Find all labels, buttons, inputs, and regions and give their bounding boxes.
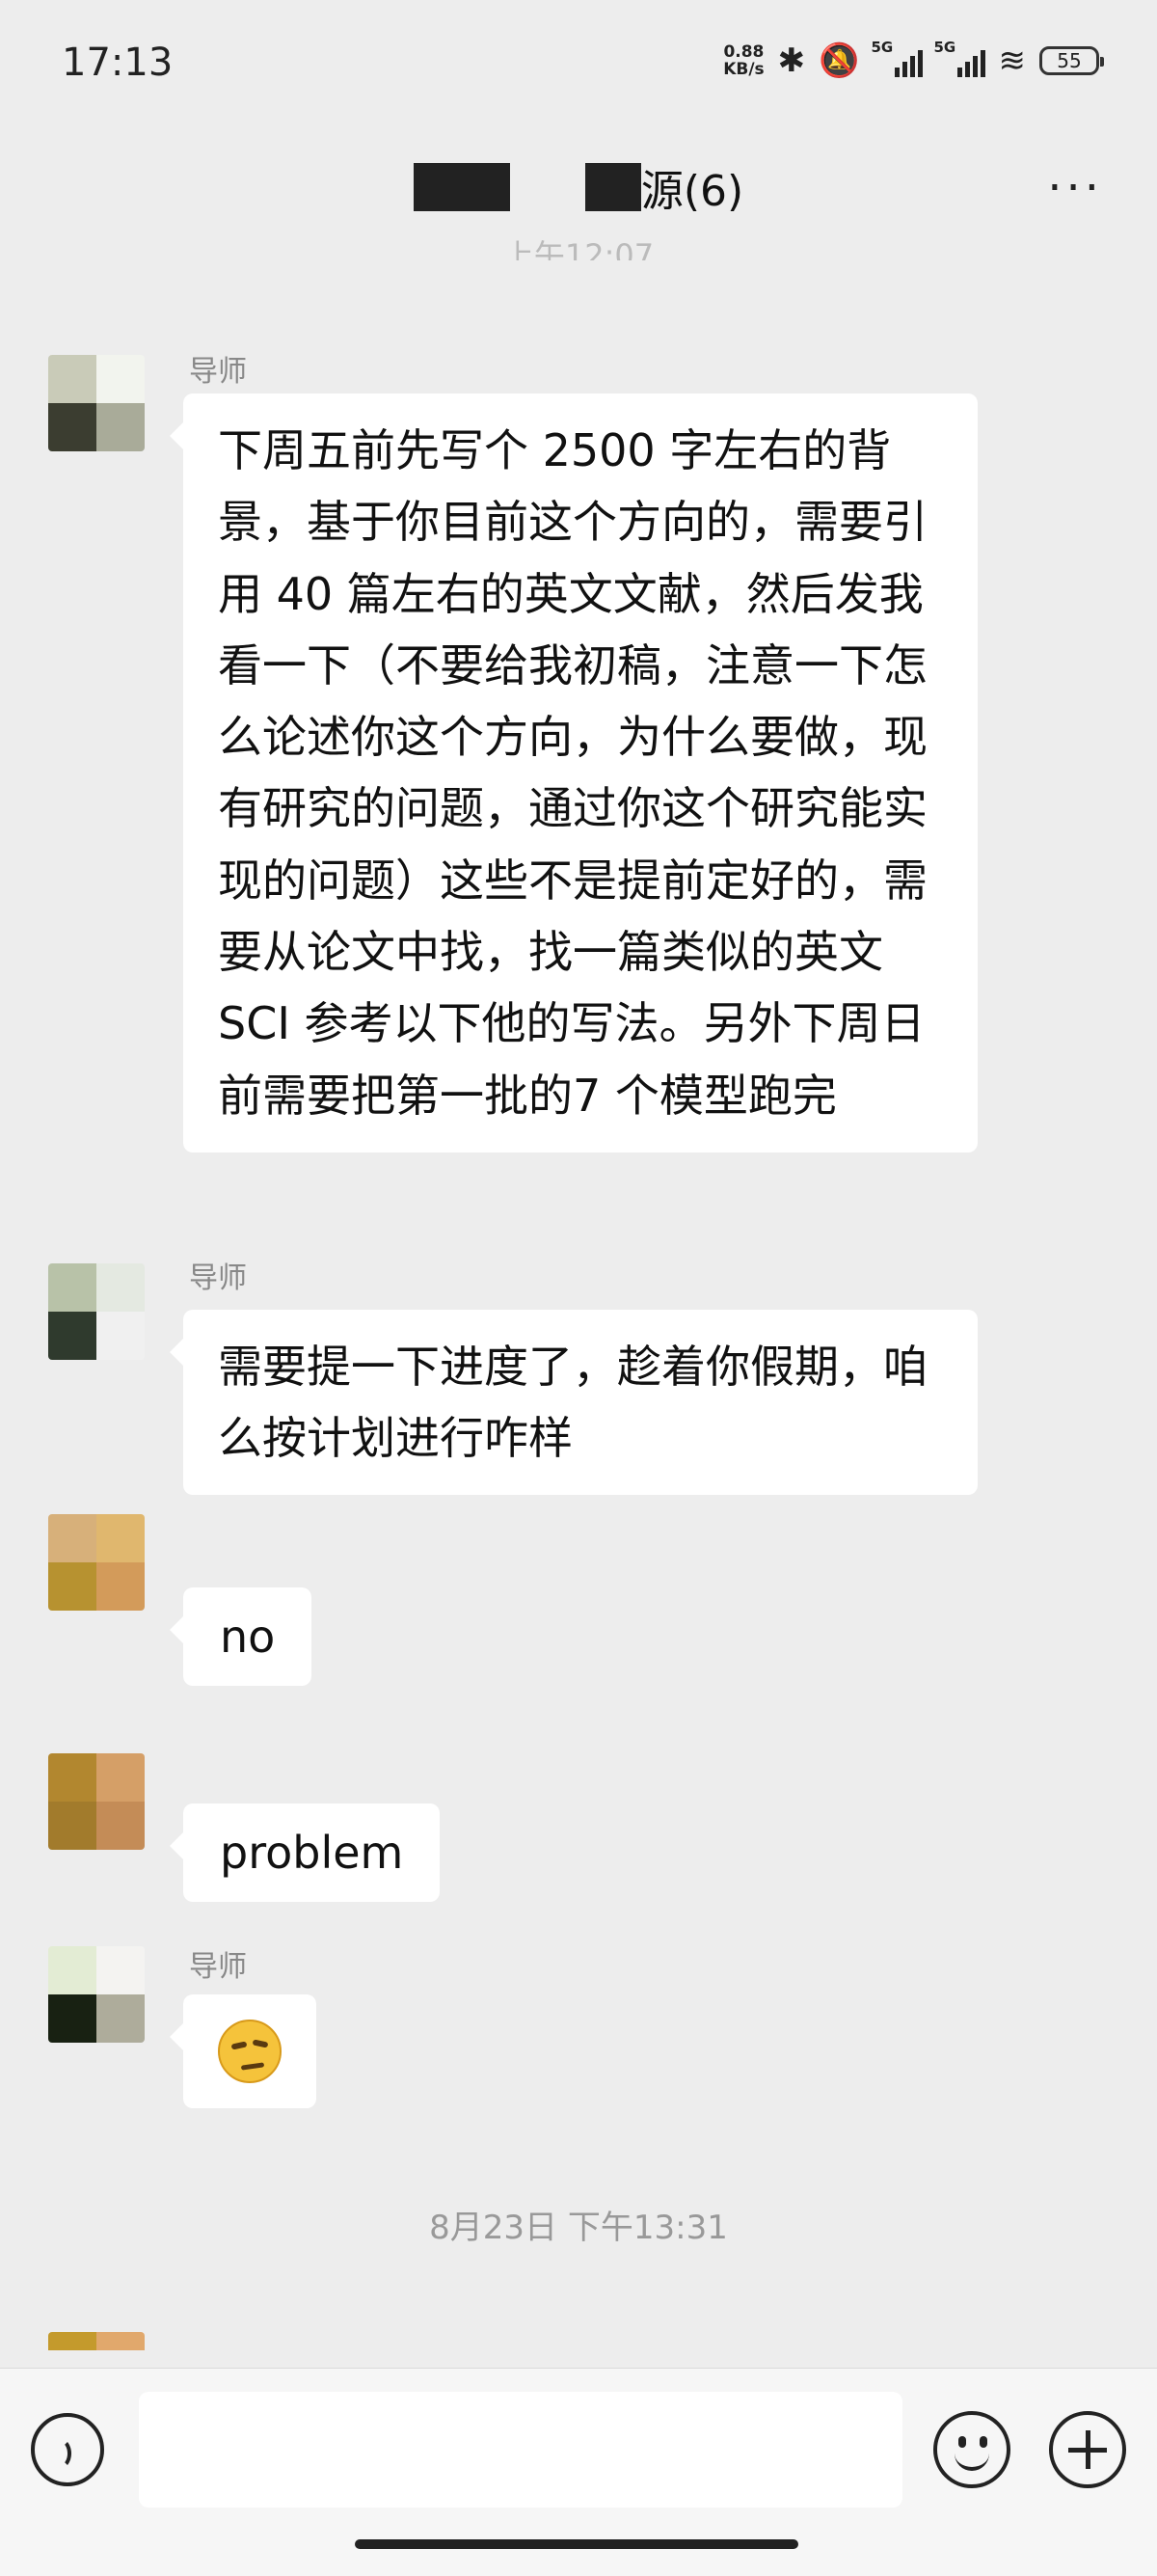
signal-2-label: 5G — [933, 39, 956, 56]
voice-icon[interactable] — [31, 2413, 104, 2486]
message-bubble[interactable]: problem — [169, 1803, 441, 1902]
status-icons: 0.88 KB/s ✱ 🔕 5G 5G ≋ 55 — [723, 37, 1104, 85]
redacted-name-1 — [413, 163, 510, 211]
signal-1-label: 5G — [871, 39, 894, 56]
mute-bell-icon: 🔕 — [819, 41, 860, 80]
emoji-icon[interactable] — [933, 2411, 1010, 2488]
wifi-icon: ≋ — [998, 41, 1027, 80]
sender-name: 导师 — [189, 355, 247, 389]
bluetooth-icon: ✱ — [777, 41, 806, 80]
avatar[interactable] — [48, 1946, 145, 2043]
plus-icon[interactable] — [1049, 2411, 1126, 2488]
thinking-face-icon — [218, 2020, 282, 2083]
message-input[interactable] — [139, 2392, 902, 2508]
network-speed: 0.88 KB/s — [723, 43, 764, 78]
message-bubble[interactable] — [170, 1994, 316, 2108]
chat-title: 源(6) — [0, 156, 1157, 218]
message-bubble[interactable]: 需要提一下进度了，趁着你假期，咱么按计划进行咋样 — [170, 1310, 978, 1495]
status-bar: 17:13 0.88 KB/s ✱ 🔕 5G 5G ≋ 55 — [0, 0, 1157, 135]
message-bubble[interactable]: 下周五前先写个 2500 字左右的背景，基于你目前这个方向的，需要引用 40 篇… — [170, 393, 978, 1152]
chat-title-text: 源(6) — [640, 167, 744, 216]
battery-icon: 55 — [1039, 46, 1104, 75]
more-options-button[interactable]: ··· — [1047, 165, 1103, 211]
message-bubble[interactable]: no — [169, 1587, 312, 1686]
network-speed-unit: KB/s — [723, 60, 765, 79]
avatar[interactable] — [48, 1753, 145, 1850]
home-indicator[interactable] — [355, 2539, 798, 2549]
redacted-name-2 — [584, 163, 641, 211]
avatar[interactable] — [48, 1263, 145, 1360]
avatar[interactable] — [48, 355, 145, 451]
network-speed-value: 0.88 — [723, 42, 765, 62]
cellular-signal-2-icon: 5G — [934, 39, 985, 77]
status-time: 17:13 — [62, 41, 174, 85]
avatar-partial[interactable] — [48, 2332, 145, 2368]
sender-name: 导师 — [189, 1950, 247, 1984]
avatar[interactable] — [48, 1514, 145, 1611]
date-divider: 8月23日 下午13:31 — [429, 2209, 728, 2247]
cellular-signal-1-icon: 5G — [872, 39, 923, 77]
sender-name: 导师 — [189, 1261, 247, 1295]
partial-timestamp: 上午12:07 — [502, 237, 655, 260]
battery-level: 55 — [1057, 49, 1082, 72]
